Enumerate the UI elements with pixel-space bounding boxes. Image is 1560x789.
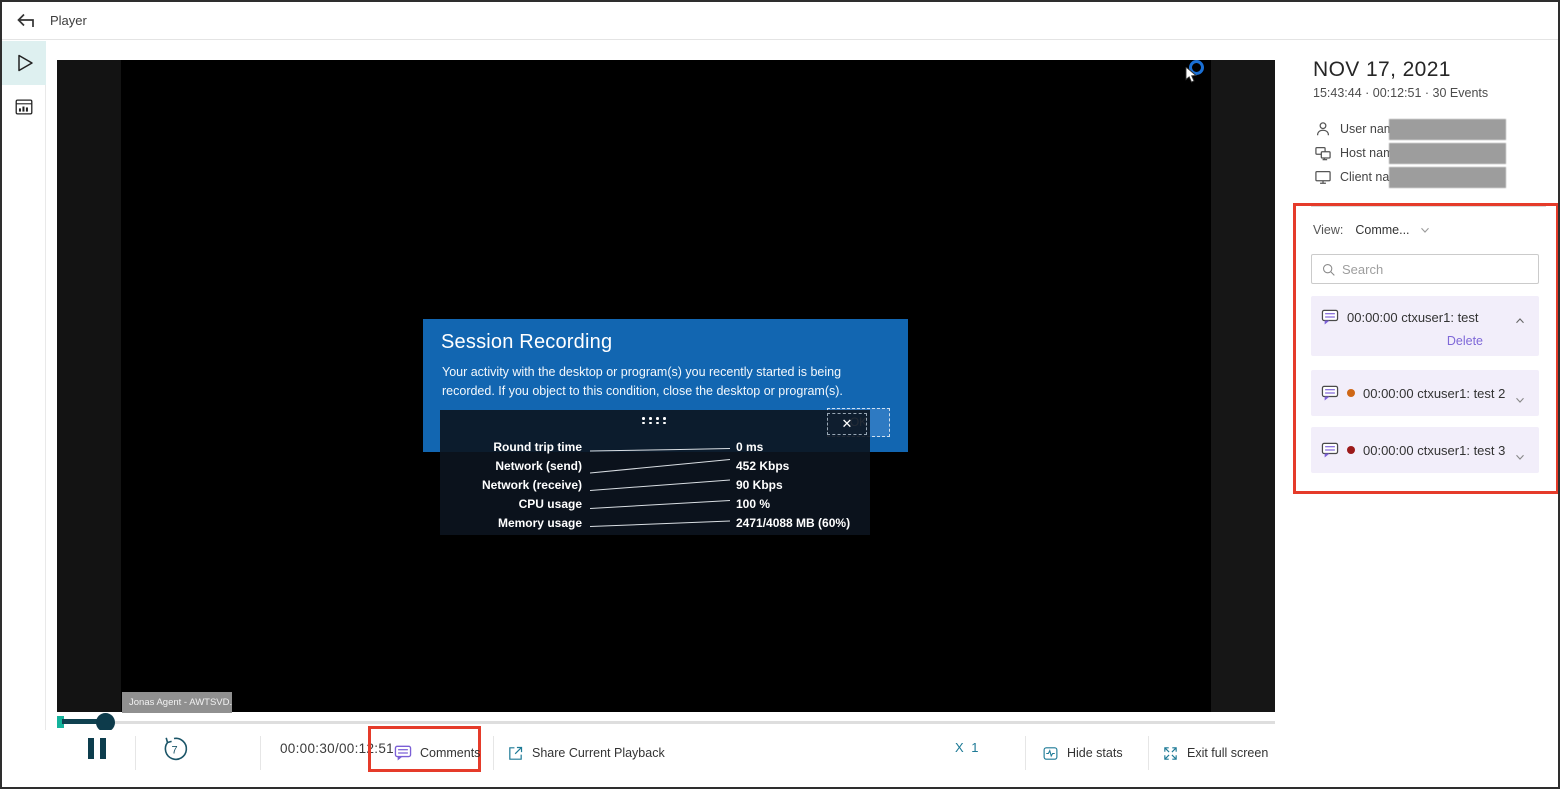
comment-item-1[interactable]: 00:00:00 ctxuser1: test Delete bbox=[1311, 296, 1539, 356]
comment-bubble-icon bbox=[1321, 442, 1339, 458]
stats-row-value: 452 Kbps bbox=[736, 459, 870, 473]
host-icon bbox=[1313, 143, 1333, 163]
comment-item-3[interactable]: 00:00:00 ctxuser1: test 3 bbox=[1311, 427, 1539, 473]
comment-text: 00:00:00 ctxuser1: test 2 bbox=[1363, 386, 1505, 401]
comment-bubble-icon bbox=[1321, 309, 1339, 325]
stats-row-value: 90 Kbps bbox=[736, 478, 870, 492]
top-bar: Player bbox=[2, 2, 1558, 40]
video-right-band bbox=[1211, 60, 1275, 712]
comment-text: 00:00:00 ctxuser1: test bbox=[1347, 310, 1479, 325]
close-icon[interactable]: ✕ bbox=[827, 413, 867, 435]
session-stats-overlay: ✕ Round trip time 0 ms Network (send) 45… bbox=[440, 410, 870, 535]
delete-comment-link[interactable]: Delete bbox=[1447, 334, 1483, 348]
comment-item-2[interactable]: 00:00:00 ctxuser1: test 2 bbox=[1311, 370, 1539, 416]
hide-stats-button[interactable]: Hide stats bbox=[1042, 730, 1123, 776]
video-left-band bbox=[57, 60, 121, 712]
stats-row-label: Memory usage bbox=[440, 516, 582, 530]
search-input[interactable] bbox=[1342, 255, 1532, 283]
page-title: Player bbox=[50, 2, 87, 40]
video-playback-area[interactable]: Session Recording Your activity with the… bbox=[57, 60, 1275, 712]
divider bbox=[135, 736, 136, 770]
recording-meta: 15:43:44 · 00:12:51 · 30 Events bbox=[1313, 86, 1488, 100]
chevron-down-icon[interactable] bbox=[1513, 450, 1527, 464]
stats-row: Network (send) 452 Kbps bbox=[440, 456, 870, 475]
client-monitor-icon bbox=[1313, 167, 1333, 187]
comments-button[interactable]: Comments bbox=[394, 730, 480, 776]
dialog-title: Session Recording bbox=[441, 331, 612, 354]
stats-row: Network (receive) 90 Kbps bbox=[440, 475, 870, 494]
comments-button-label: Comments bbox=[420, 746, 480, 760]
sparkline bbox=[590, 439, 730, 455]
events-chart-icon bbox=[13, 96, 35, 118]
panel-divider bbox=[1311, 206, 1546, 207]
session-recording-player-window: Player Session Recording Your activity w… bbox=[0, 0, 1560, 789]
stats-row: Memory usage 2471/4088 MB (60%) bbox=[440, 513, 870, 532]
seek-track[interactable] bbox=[114, 721, 1275, 724]
sparkline bbox=[590, 515, 730, 531]
stats-row: Round trip time 0 ms bbox=[440, 437, 870, 456]
user-icon bbox=[1313, 119, 1333, 139]
divider bbox=[1025, 736, 1026, 770]
stats-row-value: 0 ms bbox=[736, 440, 870, 454]
comment-bubble-icon bbox=[1321, 385, 1339, 401]
sparkline bbox=[590, 496, 730, 512]
exit-full-screen-icon bbox=[1162, 745, 1179, 762]
comment-status-dot bbox=[1347, 446, 1355, 454]
host-name-redacted bbox=[1389, 143, 1506, 164]
client-name-redacted bbox=[1389, 167, 1506, 188]
playback-speed-button[interactable]: X 1 bbox=[955, 740, 981, 755]
drag-handle-icon[interactable] bbox=[642, 417, 668, 424]
hide-stats-label: Hide stats bbox=[1067, 746, 1123, 760]
user-name-redacted bbox=[1389, 119, 1506, 140]
stats-pulse-icon bbox=[1042, 745, 1059, 762]
back-icon[interactable] bbox=[14, 10, 38, 34]
sidebar-item-events[interactable] bbox=[2, 85, 46, 129]
taskbar-app-label: Jonas Agent - AWTSVD... bbox=[122, 692, 232, 713]
stats-row-value: 100 % bbox=[736, 497, 870, 511]
view-label: View: bbox=[1313, 223, 1343, 237]
divider bbox=[260, 736, 261, 770]
share-current-playback-button[interactable]: Share Current Playback bbox=[507, 730, 665, 776]
view-selector: View: Comme... bbox=[1313, 223, 1432, 237]
comment-bubble-icon bbox=[394, 745, 412, 761]
search-icon bbox=[1321, 262, 1337, 278]
sparkline bbox=[590, 477, 730, 493]
stats-row: CPU usage 100 % bbox=[440, 494, 870, 513]
search-box bbox=[1311, 254, 1539, 284]
divider bbox=[1148, 736, 1149, 770]
playback-control-bar: 7 00:00:30/00:12:51 Comments Share Curre… bbox=[2, 730, 1558, 787]
sidebar-item-player[interactable] bbox=[2, 41, 46, 85]
stats-row-label: CPU usage bbox=[440, 497, 582, 511]
exit-full-screen-button[interactable]: Exit full screen bbox=[1162, 730, 1268, 776]
dialog-body-text: Your activity with the desktop or progra… bbox=[442, 363, 897, 402]
play-icon bbox=[12, 51, 36, 75]
mouse-cursor-icon bbox=[1185, 67, 1199, 83]
stats-row-label: Network (receive) bbox=[440, 478, 582, 492]
stats-row-label: Round trip time bbox=[440, 440, 582, 454]
exit-full-screen-label: Exit full screen bbox=[1187, 746, 1268, 760]
recording-date: NOV 17, 2021 bbox=[1313, 58, 1451, 82]
chevron-down-icon[interactable] bbox=[1418, 223, 1432, 237]
divider bbox=[493, 736, 494, 770]
share-icon bbox=[507, 745, 524, 762]
view-selected-value[interactable]: Comme... bbox=[1355, 223, 1409, 237]
rewind-seconds-label: 7 bbox=[171, 745, 177, 757]
chevron-down-icon[interactable] bbox=[1513, 393, 1527, 407]
share-button-label: Share Current Playback bbox=[532, 746, 665, 760]
comment-status-dot bbox=[1347, 389, 1355, 397]
rewind-7-button[interactable]: 7 bbox=[158, 733, 190, 765]
pause-button[interactable] bbox=[88, 738, 108, 759]
chevron-up-icon[interactable] bbox=[1513, 314, 1527, 328]
stats-row-label: Network (send) bbox=[440, 459, 582, 473]
stats-row-value: 2471/4088 MB (60%) bbox=[736, 516, 870, 530]
sparkline bbox=[590, 458, 730, 474]
left-rail bbox=[2, 41, 46, 787]
stats-rows: Round trip time 0 ms Network (send) 452 … bbox=[440, 437, 870, 532]
comment-text: 00:00:00 ctxuser1: test 3 bbox=[1363, 443, 1505, 458]
